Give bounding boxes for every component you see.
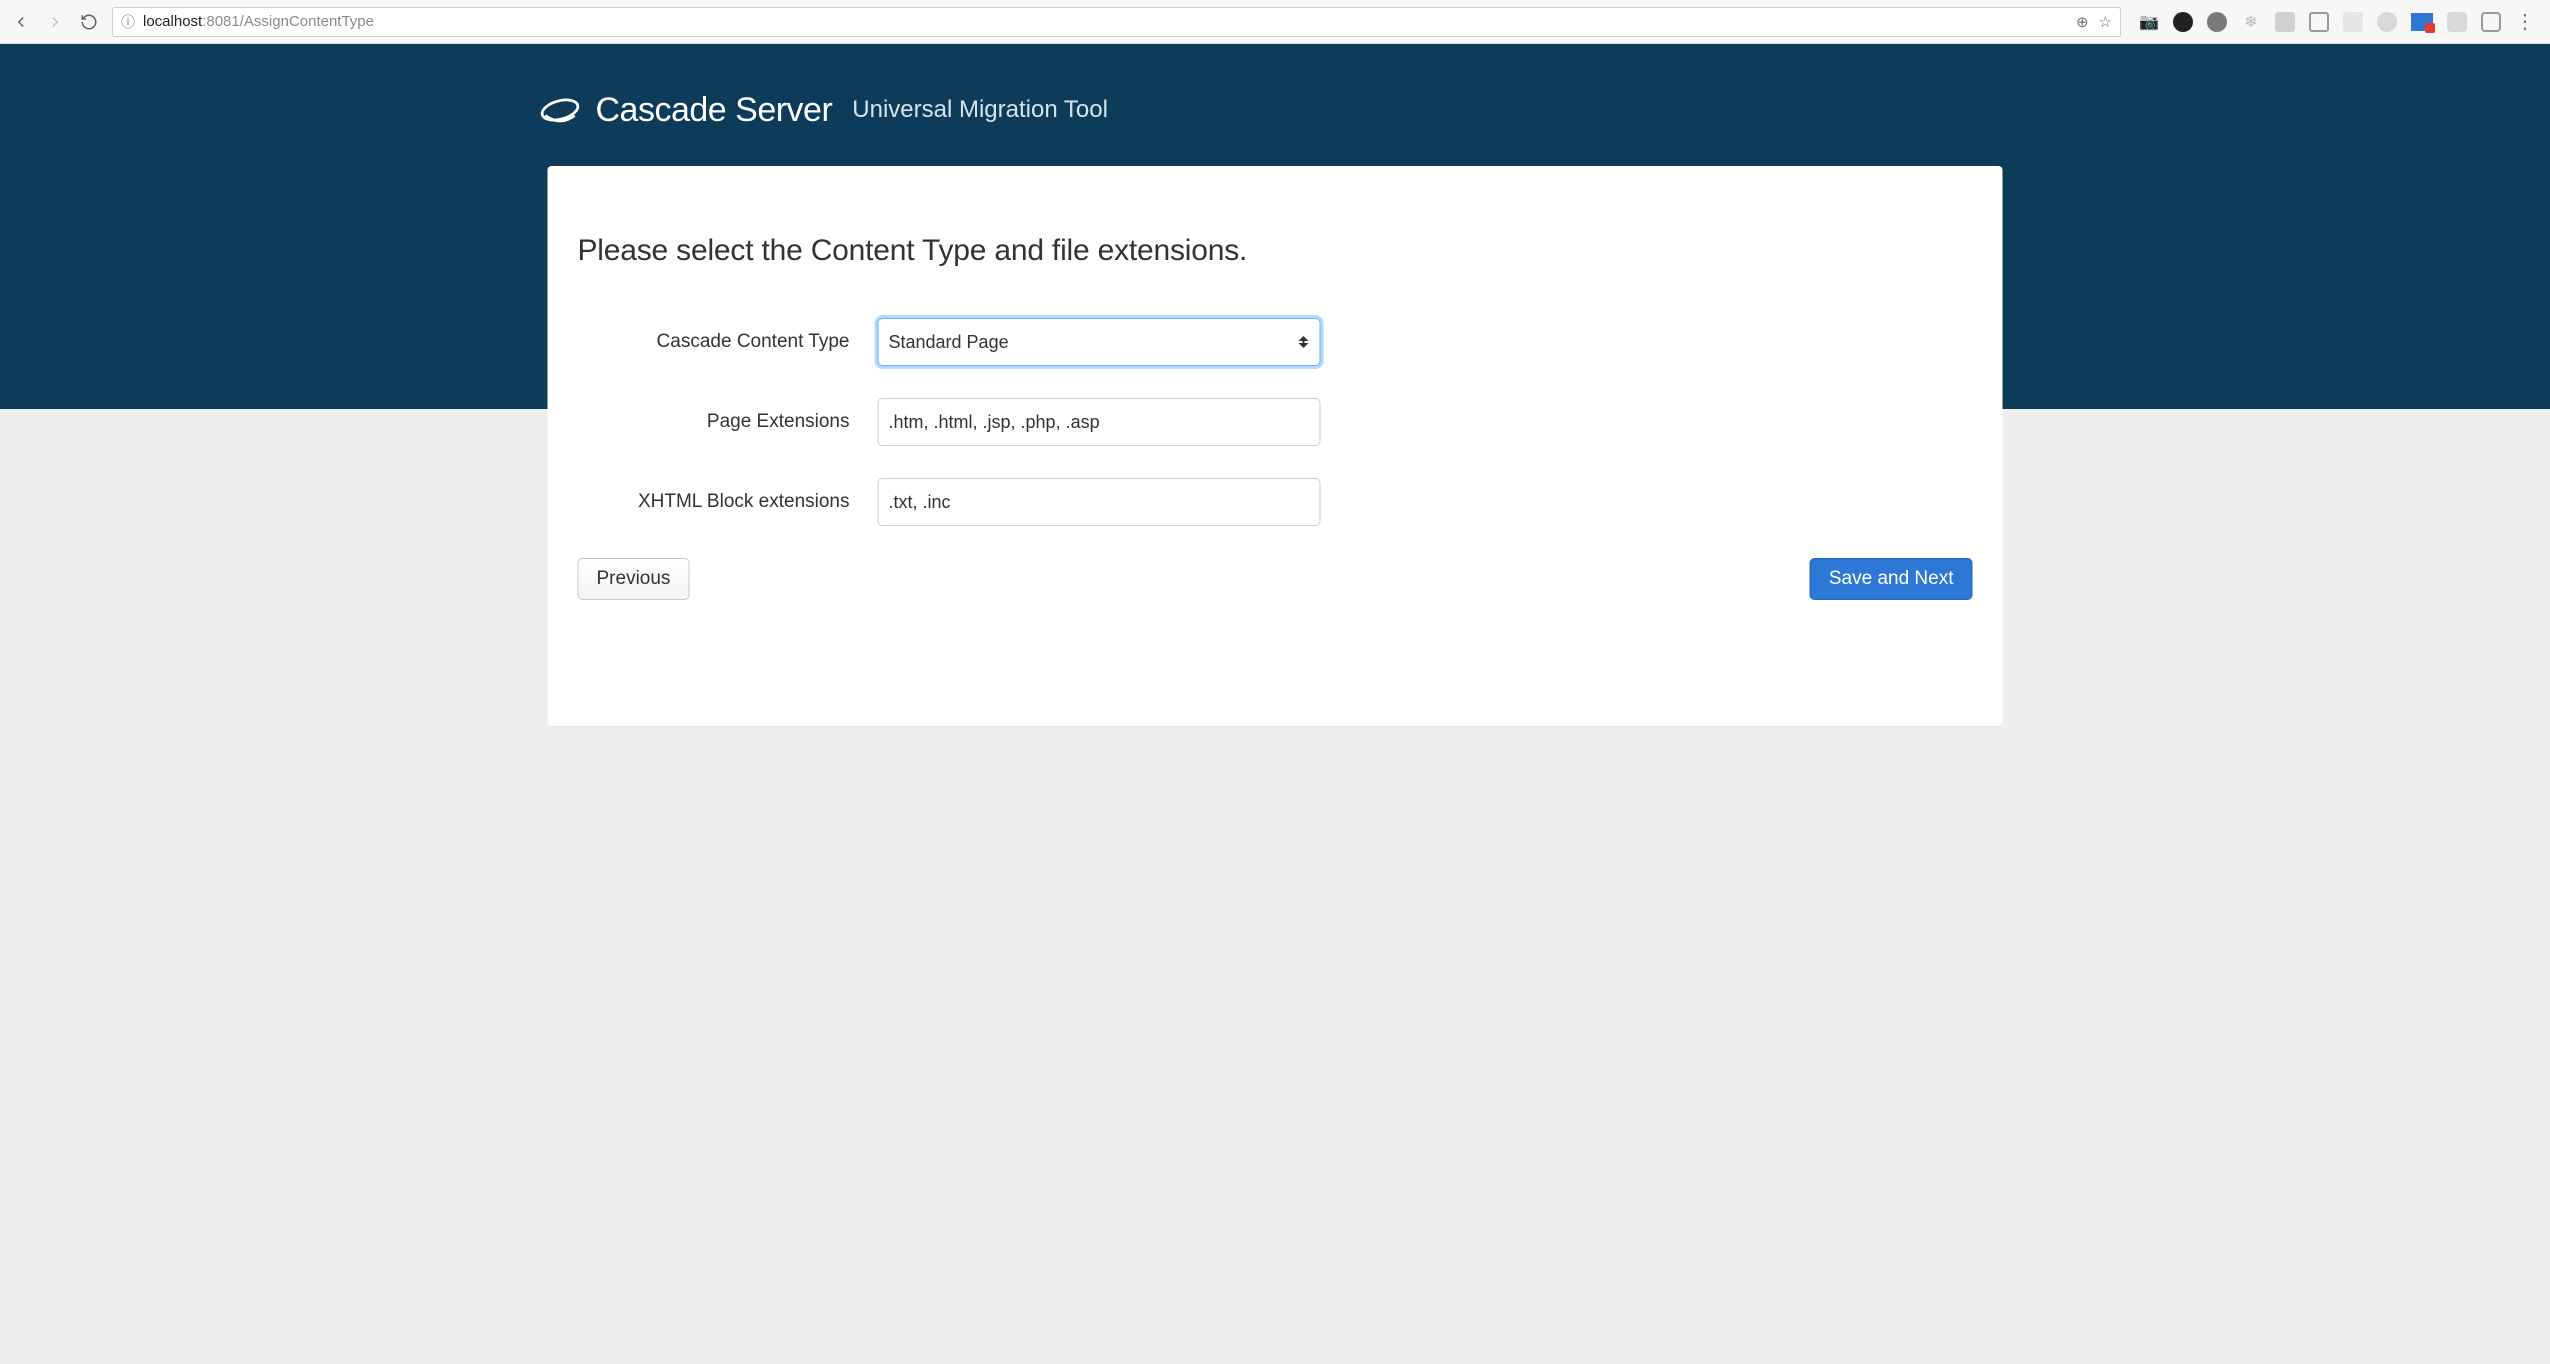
extension-b-icon[interactable] <box>2481 12 2501 32</box>
xhtml-extensions-input[interactable] <box>878 478 1321 526</box>
browser-toolbar: ⓘ localhost:8081/AssignContentType ⊕ ☆ 📷… <box>0 0 2550 44</box>
xhtml-extensions-label: XHTML Block extensions <box>578 491 878 513</box>
extension-light-icon[interactable] <box>2343 12 2363 32</box>
cascade-logo-icon <box>538 88 582 132</box>
zoom-icon[interactable]: ⊕ <box>2076 13 2089 31</box>
content-type-select[interactable]: Standard Page <box>878 318 1321 366</box>
app-subtitle: Universal Migration Tool <box>852 96 1108 124</box>
forward-button[interactable] <box>44 11 66 33</box>
back-button[interactable] <box>10 11 32 33</box>
extension-outline-icon[interactable] <box>2309 12 2329 32</box>
extension-circle-dark-icon[interactable] <box>2173 12 2193 32</box>
reload-button[interactable] <box>78 11 100 33</box>
main-panel: Please select the Content Type and file … <box>548 166 2003 726</box>
page-heading: Please select the Content Type and file … <box>578 234 1973 268</box>
url-host: localhost:8081/AssignContentType <box>143 13 374 30</box>
content-type-label: Cascade Content Type <box>578 331 878 353</box>
globe-icon[interactable] <box>2377 12 2397 32</box>
page-extensions-label: Page Extensions <box>578 411 878 433</box>
address-bar[interactable]: ⓘ localhost:8081/AssignContentType ⊕ ☆ <box>112 7 2121 37</box>
save-and-next-button[interactable]: Save and Next <box>1810 558 1973 600</box>
extension-circle-gray-icon[interactable] <box>2207 12 2227 32</box>
extension-square-icon[interactable] <box>2275 12 2295 32</box>
snowflake-icon[interactable]: ❄ <box>2241 12 2261 32</box>
extension-u-icon[interactable] <box>2447 12 2467 32</box>
app-title: Cascade Server <box>596 91 833 130</box>
camera-icon[interactable]: 📷 <box>2139 12 2159 32</box>
extension-flag-icon[interactable] <box>2411 13 2433 31</box>
select-caret-icon <box>1299 336 1309 348</box>
browser-menu-icon[interactable]: ⋮ <box>2515 9 2534 34</box>
bookmark-star-icon[interactable]: ☆ <box>2099 13 2112 31</box>
previous-button[interactable]: Previous <box>578 558 690 600</box>
page-extensions-input[interactable] <box>878 398 1321 446</box>
extension-icons: 📷 ❄ ⋮ <box>2133 9 2540 34</box>
site-info-icon[interactable]: ⓘ <box>121 12 135 32</box>
